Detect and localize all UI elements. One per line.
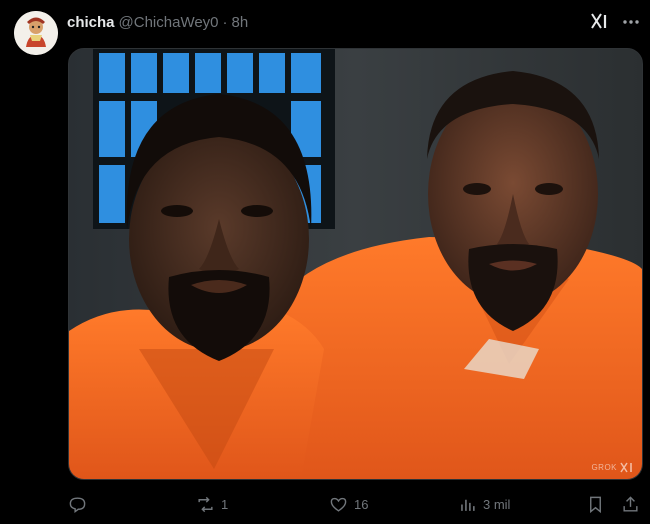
grok-watermark: GROK — [591, 462, 634, 473]
header-separator: · — [222, 13, 228, 31]
like-button[interactable]: 16 — [329, 492, 368, 516]
grok-icon[interactable] — [589, 11, 611, 31]
post-actions: 1 16 3 mil — [68, 492, 641, 516]
repost-count: 1 — [221, 496, 229, 512]
reply-button[interactable] — [68, 492, 93, 516]
author-display-name[interactable]: chicha — [67, 14, 115, 31]
watermark-text: GROK — [591, 463, 617, 472]
post-header: chicha @ChichaWey0 · 8h — [67, 12, 248, 32]
heart-icon — [330, 497, 347, 512]
grok-watermark-icon — [620, 462, 632, 473]
like-count: 16 — [354, 496, 369, 512]
bookmark-icon — [590, 496, 601, 513]
views-button[interactable]: 3 mil — [458, 492, 510, 516]
reply-icon — [69, 496, 86, 513]
post-timestamp[interactable]: 8h — [232, 14, 249, 31]
post-image[interactable]: GROK — [68, 48, 643, 480]
author-handle[interactable]: @ChichaWey0 — [119, 14, 219, 31]
share-button[interactable] — [621, 492, 640, 516]
author-avatar[interactable] — [14, 11, 58, 55]
views-count: 3 mil — [483, 496, 511, 512]
repost-button[interactable]: 1 — [196, 492, 228, 516]
repost-icon — [198, 496, 213, 512]
bookmark-button[interactable] — [586, 492, 605, 516]
share-icon — [623, 495, 638, 512]
views-icon — [461, 499, 475, 511]
more-options-icon[interactable] — [620, 12, 642, 32]
